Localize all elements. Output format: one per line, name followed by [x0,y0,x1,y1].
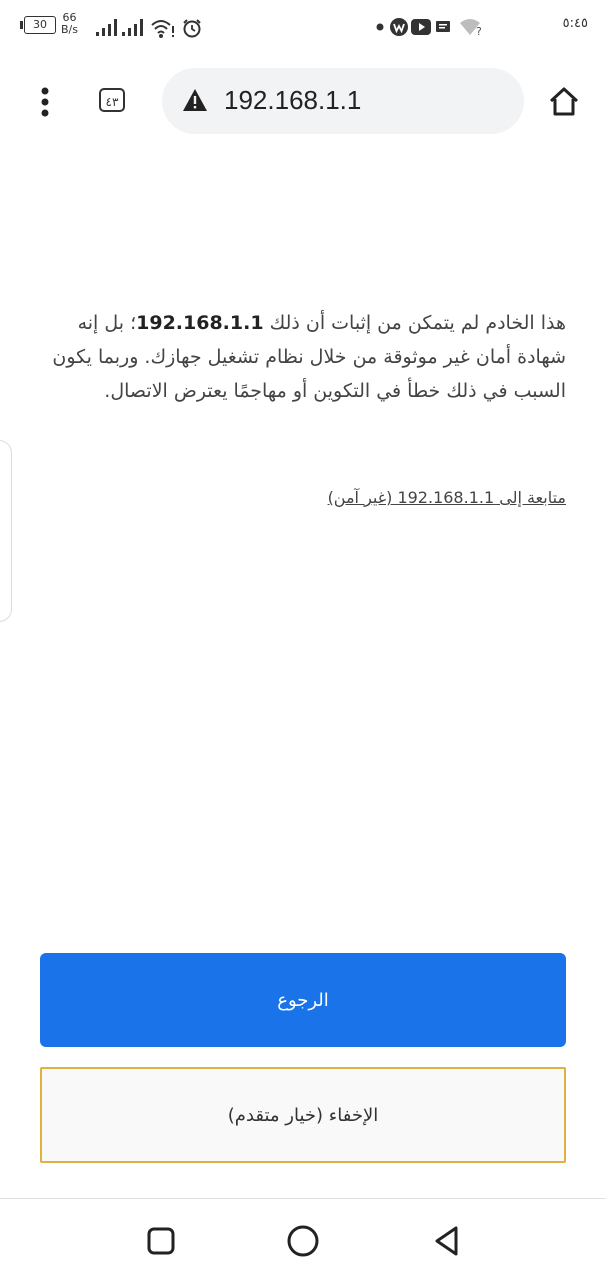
message-icon [436,21,450,32]
app-icon [390,18,408,36]
youtube-icon [411,19,431,35]
notification-dot-icon [376,23,384,31]
back-triangle-icon[interactable] [430,1223,466,1259]
proceed-unsafe-link[interactable]: متابعة إلى 192.168.1.1 (غير آمن) [328,488,566,507]
side-panel-handle[interactable] [0,440,12,622]
clock: ٥:٤٥ [562,16,588,31]
notification-icons: ? [376,18,482,37]
menu-icon[interactable] [33,86,57,118]
signal-icon [96,19,201,38]
tab-switcher-button[interactable]: ٤٣ [99,88,125,112]
battery-indicator: 30 [20,16,56,34]
advanced-button[interactable]: الإخفاء (خيار متقدم) [40,1067,566,1163]
net-speed-unit: B/s [61,23,78,36]
recent-apps-icon[interactable] [143,1223,179,1259]
url-bar[interactable]: 192.168.1.1 [162,68,524,134]
alarm-icon [183,19,201,38]
home-circle-icon[interactable] [285,1223,321,1259]
back-button-label: الرجوع [277,989,329,1011]
net-speed: 66 B/s [61,12,78,36]
battery-level: 30 [24,16,56,34]
svg-text:?: ? [476,25,482,37]
home-icon[interactable] [548,86,580,118]
system-nav-bar [0,1198,606,1281]
message-text-1: هذا الخادم لم يتمكن من إثبات أن ذلك [263,312,566,334]
message-host: 192.168.1.1 [136,312,264,334]
error-message: هذا الخادم لم يتمكن من إثبات أن ذلك 192.… [40,306,566,408]
tab-count: ٤٣ [105,95,119,109]
advanced-button-label: الإخفاء (خيار متقدم) [227,1104,379,1126]
status-bar: 30 66 B/s ? ٥:٤٥ [0,0,606,52]
back-button[interactable]: الرجوع [40,953,566,1047]
warning-icon[interactable] [182,88,208,112]
wifi-icon [151,20,174,38]
wifi-no-internet-icon: ? [460,19,482,37]
url-text[interactable]: 192.168.1.1 [224,85,361,116]
